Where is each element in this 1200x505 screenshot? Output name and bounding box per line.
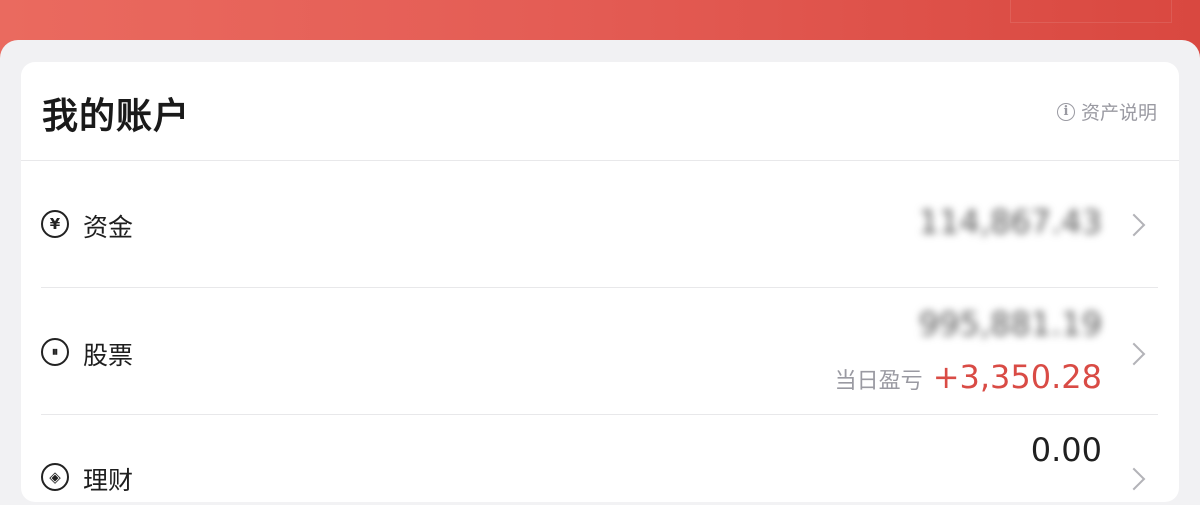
- row-label-wealth: 理财: [83, 466, 134, 495]
- wealth-amount: 0.00: [1030, 431, 1102, 469]
- stock-icon: ⏸: [41, 338, 69, 366]
- row-label-stocks: 股票: [83, 341, 134, 370]
- account-row-funds[interactable]: ¥ 资金 114,867.43: [41, 161, 1158, 288]
- chevron-right-icon: [1122, 467, 1146, 491]
- daily-pnl-label: 当日盈亏: [834, 369, 923, 394]
- row-label-funds: 资金: [83, 213, 134, 242]
- account-card: 我的账户 i 资产说明 ¥ 资金 114,867.43 ⏸ 股票 995,881…: [21, 62, 1179, 502]
- daily-pnl-value: +3,350.28: [932, 358, 1102, 396]
- daily-pnl: 当日盈亏 +3,350.28: [835, 358, 1102, 396]
- card-header: 我的账户 i 资产说明: [21, 62, 1179, 161]
- banner-decoration: [1010, 0, 1172, 23]
- funds-amount: 114,867.43: [918, 203, 1102, 241]
- asset-explain-link[interactable]: i 资产说明: [1056, 98, 1157, 125]
- account-row-stocks[interactable]: ⏸ 股票 995,881.19 当日盈亏 +3,350.28: [41, 288, 1158, 415]
- wealth-icon: ◈: [41, 463, 69, 491]
- chevron-right-icon: [1122, 342, 1146, 366]
- yuan-icon: ¥: [41, 210, 69, 238]
- asset-explain-label: 资产说明: [1080, 102, 1157, 124]
- stocks-amount: 995,881.19: [918, 305, 1102, 343]
- chevron-right-icon: [1122, 213, 1146, 237]
- page-title: 我的账户: [42, 96, 191, 137]
- account-row-wealth[interactable]: ◈ 理财 0.00: [41, 415, 1158, 505]
- info-icon: i: [1056, 102, 1075, 121]
